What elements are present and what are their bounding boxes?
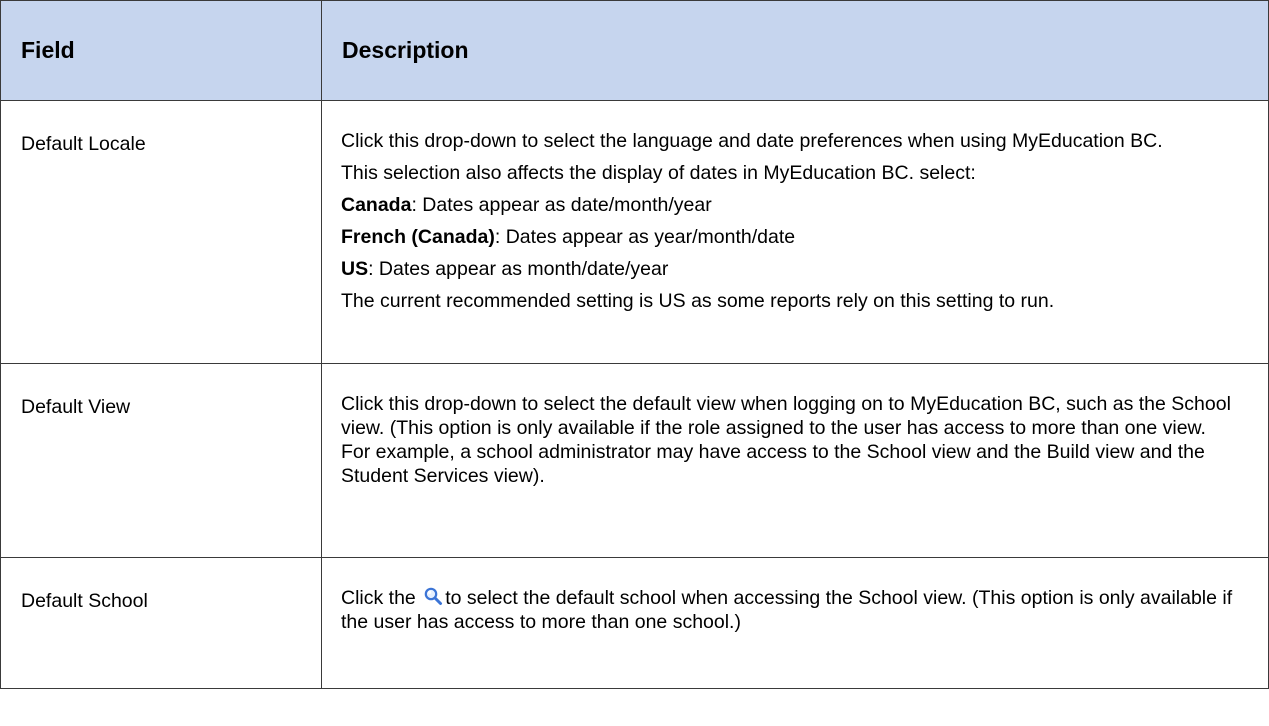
description-default-school: Click the to select the default school w… xyxy=(321,557,1269,689)
table-row: Default View Click this drop-down to sel… xyxy=(0,363,1269,558)
option-text: : Dates appear as date/month/year xyxy=(411,194,712,216)
locale-intro-text: Click this drop-down to select the langu… xyxy=(341,130,1163,152)
table-row: Default Locale Click this drop-down to s… xyxy=(0,100,1269,364)
school-text-after-icon: to select the default school when access… xyxy=(341,587,1233,633)
field-name-default-locale: Default Locale xyxy=(0,100,322,364)
field-name-default-school: Default School xyxy=(0,557,322,689)
table-header-row: Field Description xyxy=(0,0,1269,101)
option-text: : Dates appear as month/date/year xyxy=(368,258,669,280)
option-text: : Dates appear as year/month/date xyxy=(494,226,796,248)
option-name: Canada xyxy=(341,194,412,216)
school-description-text: Click the to select the default school w… xyxy=(341,586,1238,634)
option-name: US xyxy=(341,258,369,280)
field-description-table: Field Description Default Locale Click t… xyxy=(0,0,1269,689)
view-description-text: Click this drop-down to select the defau… xyxy=(341,393,1231,487)
locale-option-french-canada: French (Canada): Dates appear as year/mo… xyxy=(341,225,1238,249)
option-name: French (Canada) xyxy=(341,226,495,248)
magnifier-icon xyxy=(424,587,443,605)
column-header-field: Field xyxy=(0,0,322,101)
table-row: Default School Click the to select the d… xyxy=(0,557,1269,689)
locale-option-canada: Canada: Dates appear as date/month/year xyxy=(341,193,1238,217)
column-header-description: Description xyxy=(321,0,1269,101)
locale-affects-text: This selection also affects the display … xyxy=(341,162,976,184)
locale-recommendation-text: The current recommended setting is US as… xyxy=(341,290,1055,312)
school-text-before-icon: Click the xyxy=(341,587,416,609)
field-name-default-view: Default View xyxy=(0,363,322,558)
locale-option-us: US: Dates appear as month/date/year xyxy=(341,257,1238,281)
description-default-locale: Click this drop-down to select the langu… xyxy=(321,100,1269,364)
description-default-view: Click this drop-down to select the defau… xyxy=(321,363,1269,558)
